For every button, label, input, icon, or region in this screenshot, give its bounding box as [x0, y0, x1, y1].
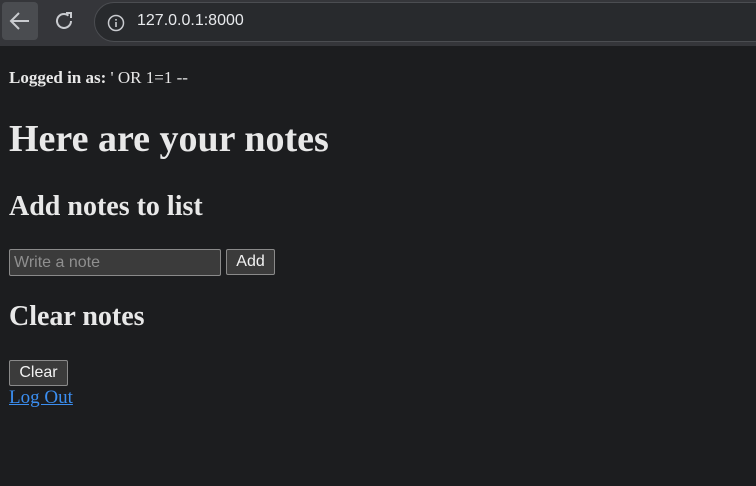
add-notes-heading: Add notes to list [9, 191, 203, 222]
logged-in-label: Logged in as: [9, 68, 107, 87]
clear-button[interactable]: Clear [9, 360, 68, 386]
clear-notes-heading: Clear notes [9, 301, 145, 332]
address-bar[interactable]: 127.0.0.1:8000 [94, 2, 756, 42]
reload-button[interactable] [46, 2, 82, 40]
add-button[interactable]: Add [226, 249, 275, 275]
logged-in-status: Logged in as: ' OR 1=1 -- [9, 68, 188, 88]
url-text: 127.0.0.1:8000 [137, 12, 244, 29]
reload-icon [56, 12, 72, 29]
page-title: Here are your notes [9, 118, 329, 160]
back-arrow-icon [9, 12, 29, 30]
browser-toolbar: 127.0.0.1:8000 [0, 0, 756, 46]
back-button[interactable] [2, 2, 38, 40]
page-content: Logged in as: ' OR 1=1 -- Here are your … [0, 46, 756, 486]
logout-link[interactable]: Log Out [9, 387, 73, 409]
info-icon[interactable] [107, 14, 125, 32]
logged-in-user: ' OR 1=1 -- [106, 68, 188, 87]
note-input[interactable] [9, 249, 221, 276]
